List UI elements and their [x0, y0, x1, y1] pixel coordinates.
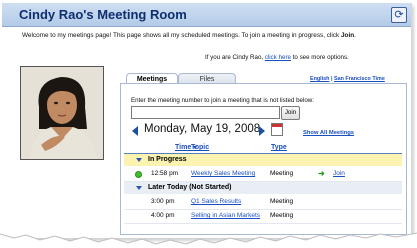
timezone-link[interactable]: San Francisco Time	[334, 76, 385, 82]
join-number-label: Enter the meeting number to join a meeti…	[131, 97, 314, 104]
in-progress-status-icon	[135, 171, 142, 178]
group-label: Later Today (Not Started)	[148, 184, 232, 191]
meeting-time: 12:58 pm	[151, 170, 179, 177]
meeting-type: Meeting	[270, 170, 294, 177]
header-bar: Cindy Rao's Meeting Room ⟳	[2, 3, 411, 27]
previous-day-arrow-icon[interactable]	[132, 126, 138, 136]
click-here-link[interactable]: click here	[265, 54, 291, 61]
language-link[interactable]: English	[310, 76, 329, 82]
group-in-progress[interactable]: In Progress	[124, 154, 402, 166]
identity-notice: If you are Cindy Rao, click here to see …	[205, 54, 349, 61]
meeting-number-input[interactable]	[131, 106, 280, 119]
welcome-join-word: Join	[340, 32, 355, 39]
collapse-caret-icon[interactable]	[136, 186, 142, 190]
identity-prefix: If you are Cindy Rao,	[205, 54, 265, 61]
current-date: Monday, May 19, 2008	[144, 123, 261, 135]
meeting-time: 3:00 pm	[151, 198, 175, 205]
host-photo	[20, 66, 104, 160]
welcome-message: Welcome to my meetings page! This page s…	[22, 32, 392, 40]
group-later-today[interactable]: Later Today (Not Started)	[124, 182, 402, 194]
collapse-caret-icon[interactable]	[136, 158, 142, 162]
meeting-topic-link[interactable]: Selling in Asian Markets	[191, 209, 260, 223]
torn-edge-decoration	[0, 232, 417, 248]
join-button[interactable]: Join	[281, 106, 300, 120]
calendar-icon[interactable]	[271, 123, 283, 136]
welcome-period: .	[354, 32, 356, 39]
column-header-type[interactable]: Type	[271, 144, 287, 151]
table-row: 3:00 pm Q1 Sales Results Meeting	[124, 195, 402, 210]
column-header-topic[interactable]: Topic	[191, 144, 209, 151]
welcome-text: Welcome to my meetings page! This page s…	[22, 32, 341, 39]
meeting-topic-link[interactable]: Weekly Sales Meeting	[191, 167, 255, 181]
meeting-type: Meeting	[270, 198, 294, 205]
identity-suffix: to see more options.	[290, 54, 349, 61]
join-arrow-icon[interactable]: ➜	[318, 167, 325, 181]
meeting-topic-link[interactable]: Q1 Sales Results	[191, 195, 241, 209]
time-sort-link[interactable]: Time	[175, 144, 191, 151]
host-portrait-image	[21, 67, 103, 159]
show-all-meetings-link[interactable]: Show All Meetings	[303, 130, 354, 136]
table-row: 12:58 pm Weekly Sales Meeting Meeting ➜ …	[124, 167, 402, 182]
group-label: In Progress	[148, 156, 187, 163]
page-title: Cindy Rao's Meeting Room	[19, 7, 187, 22]
join-meeting-link[interactable]: Join	[333, 167, 345, 181]
locale-links: English | San Francisco Time	[310, 76, 385, 82]
meeting-type: Meeting	[270, 212, 294, 219]
next-day-arrow-icon[interactable]	[259, 126, 265, 136]
refresh-icon[interactable]: ⟳	[391, 7, 407, 23]
table-row: 4:00 pm Selling in Asian Markets Meeting	[124, 209, 402, 224]
meeting-time: 4:00 pm	[151, 212, 175, 219]
